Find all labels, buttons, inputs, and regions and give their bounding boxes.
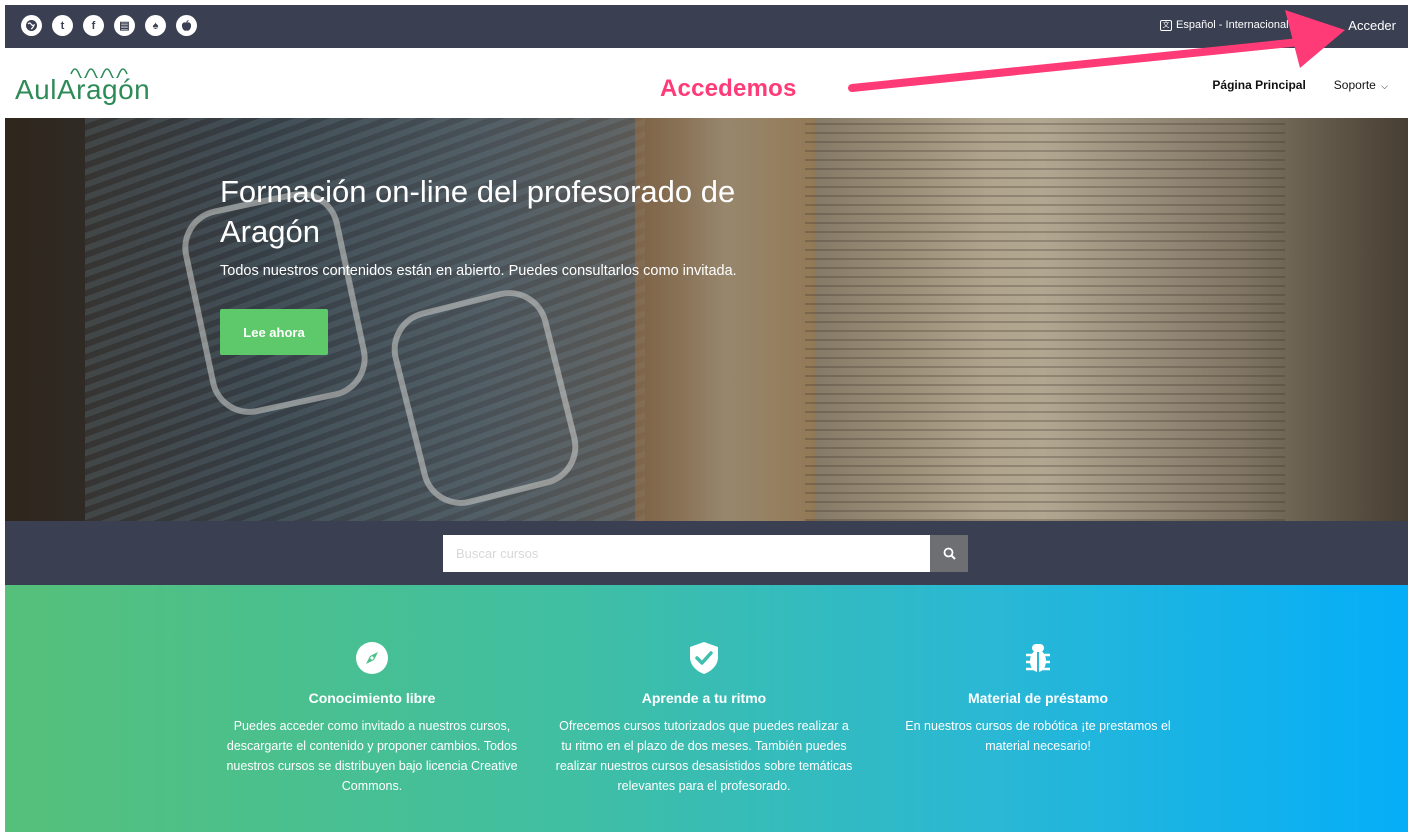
read-now-button[interactable]: Lee ahora bbox=[220, 309, 328, 355]
hero-banner: Formación on-line del profesorado de Ara… bbox=[5, 118, 1408, 521]
feature-text: Ofrecemos cursos tutorizados que puedes … bbox=[555, 719, 853, 793]
twitter-icon[interactable]: t bbox=[52, 15, 73, 36]
feature-title: Material de préstamo bbox=[967, 690, 1109, 706]
hero-subtitle: Todos nuestros contenidos están en abier… bbox=[220, 263, 737, 279]
blog-icon[interactable]: ▤ bbox=[114, 15, 135, 36]
social-links: t f ▤ ♠ bbox=[21, 15, 197, 36]
feature-title: Aprende a tu ritmo bbox=[641, 690, 767, 706]
nav-support-label: Soporte bbox=[1333, 78, 1376, 92]
search-button[interactable] bbox=[930, 535, 968, 572]
search-band bbox=[5, 521, 1408, 585]
search-input[interactable] bbox=[443, 535, 930, 572]
features-section: Conocimiento libre Puedes acceder como i… bbox=[5, 585, 1408, 832]
logo-waves-icon bbox=[70, 68, 128, 78]
apple-icon[interactable] bbox=[176, 15, 197, 36]
main-nav: Página Principal Soporte ⌵ bbox=[1212, 78, 1388, 92]
language-selector[interactable]: 文 Español - Internacional bbox=[1160, 19, 1289, 31]
globe-icon[interactable] bbox=[21, 15, 42, 36]
nav-home-link[interactable]: Página Principal bbox=[1212, 78, 1305, 92]
feature-text: Puedes acceder como invitado a nuestros … bbox=[226, 719, 518, 793]
annotation-label: Accedemos bbox=[660, 75, 797, 102]
feature-title: Conocimiento libre bbox=[308, 690, 436, 706]
feature-item: Conocimiento libre Puedes acceder como i… bbox=[222, 641, 522, 796]
top-bar: t f ▤ ♠ 文 Español - Internacional Accede… bbox=[5, 5, 1408, 48]
nav-support-dropdown[interactable]: Soporte ⌵ bbox=[1334, 78, 1388, 92]
feature-item: Aprende a tu ritmo Ofrecemos cursos tuto… bbox=[554, 641, 854, 796]
site-logo[interactable]: AulAragón bbox=[15, 68, 151, 105]
shield-check-icon bbox=[690, 642, 718, 674]
logo-text: AulAragón bbox=[15, 74, 151, 105]
facebook-icon[interactable]: f bbox=[83, 15, 104, 36]
language-label: Español - Internacional bbox=[1176, 19, 1289, 31]
bug-icon bbox=[1026, 644, 1050, 672]
hero-title: Formación on-line del profesorado de Ara… bbox=[220, 174, 736, 250]
chevron-down-icon: ⌵ bbox=[1381, 81, 1388, 91]
android-icon[interactable]: ♠ bbox=[145, 15, 166, 36]
translate-icon: 文 bbox=[1160, 19, 1172, 31]
hero-background-page bbox=[805, 118, 1285, 521]
login-link[interactable]: Acceder bbox=[1348, 18, 1396, 33]
compass-icon bbox=[356, 642, 388, 674]
search-icon bbox=[943, 547, 956, 560]
feature-item: Material de préstamo En nuestros cursos … bbox=[888, 641, 1188, 756]
feature-text: En nuestros cursos de robótica ¡te prest… bbox=[905, 719, 1171, 753]
